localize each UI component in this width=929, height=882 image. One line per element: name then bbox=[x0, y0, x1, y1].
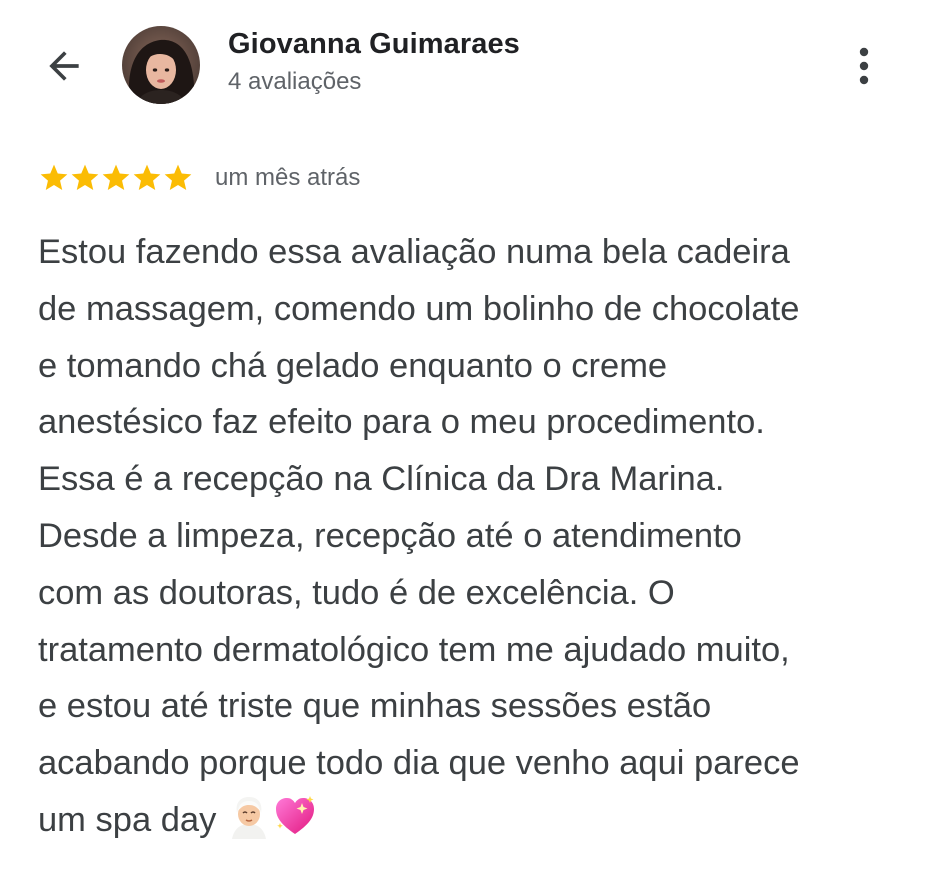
arrow-left-icon bbox=[49, 51, 79, 81]
more-vert-icon bbox=[859, 47, 869, 85]
avatar-photo bbox=[122, 26, 200, 104]
review-line: e tomando chá gelado enquanto o creme bbox=[38, 346, 668, 385]
sparkling-heart-emoji bbox=[275, 795, 314, 834]
star-icon bbox=[102, 164, 130, 190]
review-line: Desde a limpeza, recepção até o atendime… bbox=[38, 516, 742, 555]
avatar[interactable] bbox=[122, 26, 200, 104]
reviewer-name[interactable]: Giovanna Guimaraes bbox=[228, 28, 520, 61]
more-options-button[interactable] bbox=[842, 38, 886, 94]
review-header: Giovanna Guimaraes 4 avaliações bbox=[0, 0, 929, 130]
review-line: com as doutoras, tudo é de excelência. O bbox=[38, 573, 675, 612]
star-icon bbox=[133, 164, 161, 190]
review-date: um mês atrás bbox=[215, 164, 361, 191]
star-icon bbox=[40, 164, 68, 190]
review-line: e estou até triste que minhas sessões es… bbox=[38, 687, 712, 726]
review-line: anestésico faz efeito para o meu procedi… bbox=[38, 403, 765, 442]
star-icon bbox=[164, 164, 192, 190]
person-in-steamy-room-emoji bbox=[231, 796, 266, 839]
review-line: de massagem, comendo um bolinho de choco… bbox=[38, 289, 800, 328]
review-text: Estou fazendo essa avaliação numa bela c… bbox=[38, 224, 898, 849]
star-icon bbox=[71, 164, 99, 190]
review-line: acabando porque todo dia que venho aqui … bbox=[38, 744, 800, 783]
star-rating bbox=[38, 162, 193, 194]
rating-row: um mês atrás bbox=[38, 158, 360, 198]
review-line: Estou fazendo essa avaliação numa bela c… bbox=[38, 233, 790, 271]
review-count: 4 avaliações bbox=[228, 68, 362, 95]
back-button[interactable] bbox=[36, 38, 92, 94]
review-line: tratamento dermatológico tem me ajudado … bbox=[38, 630, 790, 669]
review-line: Essa é a recepção na Clínica da Dra Mari… bbox=[38, 460, 725, 499]
review-line: um spa day bbox=[38, 800, 217, 839]
